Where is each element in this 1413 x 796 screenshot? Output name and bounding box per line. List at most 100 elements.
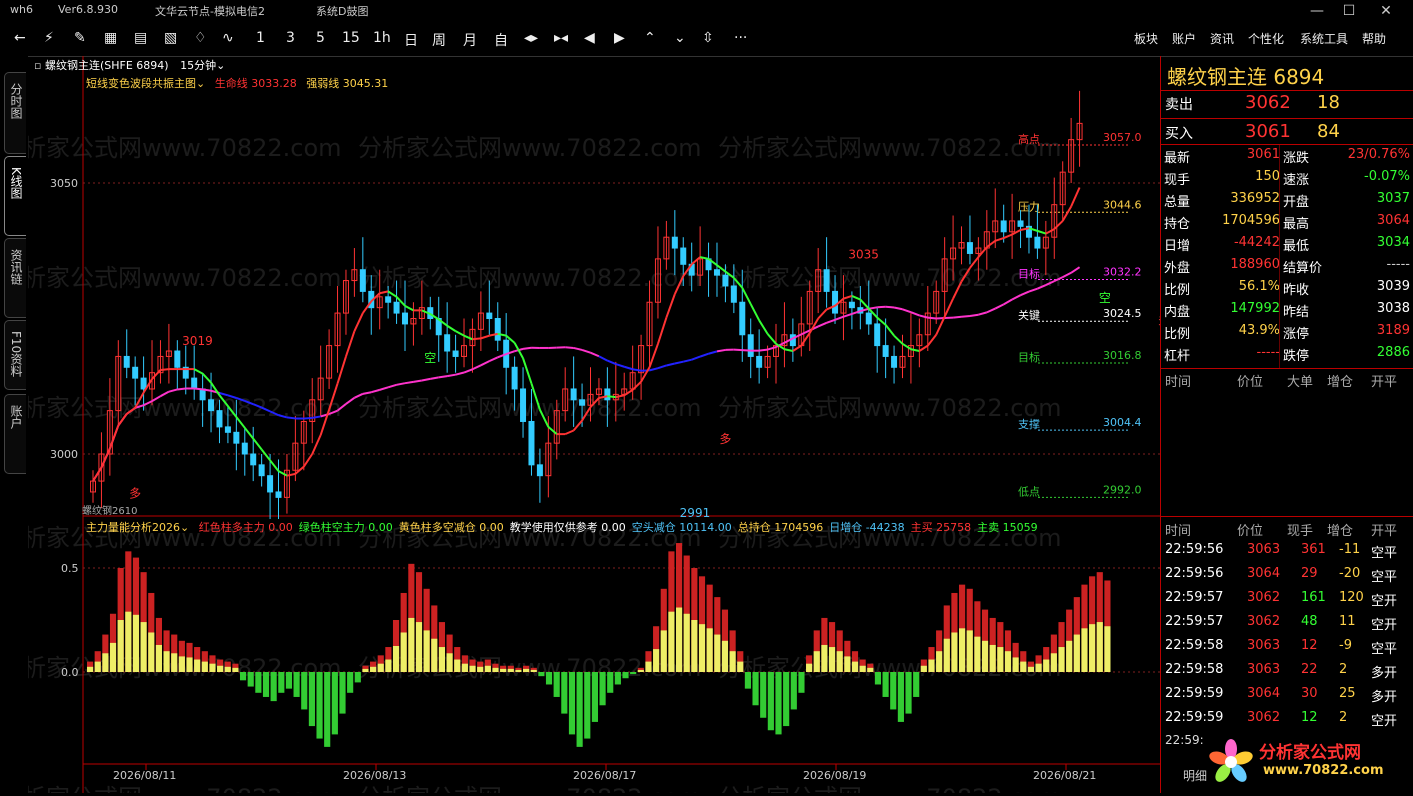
candle-body (1035, 237, 1040, 248)
maximize-icon[interactable]: ☐ (1335, 1, 1363, 21)
menu-system-tools[interactable]: 系统工具 (1300, 30, 1348, 47)
more-icon[interactable]: ··· (734, 30, 747, 46)
life-line-segment (902, 344, 910, 349)
period-5[interactable]: 5 (316, 30, 325, 46)
menu-sector[interactable]: 板块 (1134, 30, 1158, 47)
tick-row[interactable]: 22:59:593062122空开 (1161, 706, 1413, 730)
toolbar: ← ⚡ ✎ ▦ ▤ ▧ ♢ ∿ 1 3 5 15 1h 日 周 月 自 ◂▸ ▸… (0, 22, 1413, 57)
main-indicator-name[interactable]: 短线变色波段共振主图 (86, 77, 196, 90)
bell-icon[interactable]: ♢ (194, 30, 207, 46)
volume-bar-yellow (447, 653, 453, 672)
prev-icon[interactable]: ◀ (584, 30, 595, 46)
strong-line-segment (692, 357, 700, 360)
chevron-down-icon[interactable]: ⌄ (196, 77, 205, 90)
period-1h[interactable]: 1h (373, 30, 391, 46)
tick-row[interactable]: 22:59:5930643025多开 (1161, 682, 1413, 706)
tab-timeshare[interactable]: 分时图 (4, 72, 26, 154)
strong-line-segment (430, 377, 438, 378)
strong-line-segment (447, 375, 455, 376)
line-chart-icon[interactable]: ∿ (222, 30, 234, 46)
tab-f10[interactable]: F10资料 (4, 320, 26, 390)
split-icon[interactable]: ⇳ (702, 30, 714, 46)
up-icon[interactable]: ⌃ (644, 30, 656, 46)
tick-row[interactable]: 22:59:58306312-9空平 (1161, 634, 1413, 658)
menu-personalize[interactable]: 个性化 (1248, 30, 1284, 47)
volume-bar-yellow (1005, 651, 1011, 672)
tick-row[interactable]: 22:59:583063222多开 (1161, 658, 1413, 682)
volume-bar-yellow (370, 667, 376, 672)
strong-line-segment (388, 385, 396, 388)
volume-bar-yellow (148, 632, 154, 672)
volume-bar (898, 672, 904, 722)
next-icon[interactable]: ▶ (614, 30, 625, 46)
zoom-out-icon[interactable]: ◂▸ (524, 30, 538, 46)
strong-line-segment (709, 351, 717, 353)
level-name: 关键 (1018, 308, 1040, 322)
life-line-segment (312, 435, 320, 454)
volume-bar-yellow (378, 664, 384, 672)
tick-row[interactable]: 22:59:573062161120空开 (1161, 586, 1413, 610)
contract-name: 螺纹钢主连(SHFE 6894) (45, 59, 169, 72)
grid-icon[interactable]: ▦ (104, 30, 117, 46)
period-15[interactable]: 15 (342, 30, 360, 46)
candle-body (537, 465, 542, 476)
volume-bar (255, 672, 261, 693)
period-month[interactable]: 月 (463, 30, 477, 50)
ticks-header: 时间价位现手增仓开平 (1161, 518, 1413, 538)
candle-body (866, 313, 871, 324)
period-select[interactable]: 15分钟 (180, 59, 216, 72)
watermark-text: 分析家公式网www.70822.com (718, 264, 1062, 292)
tab-news-chain[interactable]: 资讯链 (4, 238, 26, 318)
down-icon[interactable]: ⌄ (674, 30, 686, 46)
zoom-in-icon[interactable]: ▸◂ (554, 30, 568, 46)
sub-indicator-name[interactable]: 主力量能分析2026 (86, 521, 180, 534)
tick-row[interactable]: 22:59:563063361-11空平 (1161, 538, 1413, 562)
sell-price[interactable]: 3062 (1245, 92, 1291, 113)
volume-bar-yellow (393, 646, 399, 672)
period-week[interactable]: 周 (432, 30, 446, 50)
ticks-column-header: 时间 (1165, 520, 1191, 539)
minimize-icon[interactable]: — (1303, 1, 1331, 21)
list-icon[interactable]: ▤ (134, 30, 147, 46)
period-day[interactable]: 日 (404, 30, 418, 50)
buy-qty: 84 (1317, 121, 1340, 142)
buy-price[interactable]: 3061 (1245, 121, 1291, 142)
quote-label: 涨跌 (1283, 147, 1309, 166)
menu-help[interactable]: 帮助 (1362, 30, 1386, 47)
tab-account[interactable]: 账户 (4, 394, 26, 474)
draw-tool-icon[interactable]: ✎ (74, 30, 86, 46)
flash-icon[interactable]: ⚡ (44, 30, 54, 46)
period-custom[interactable]: 自 (494, 30, 508, 50)
back-icon[interactable]: ← (14, 30, 26, 46)
menu-news[interactable]: 资讯 (1210, 30, 1234, 47)
tick-qty: 48 (1301, 614, 1318, 629)
menu-account[interactable]: 账户 (1172, 30, 1196, 47)
period-1[interactable]: 1 (256, 30, 265, 46)
chevron-down-icon[interactable]: ⌄ (180, 521, 189, 534)
volume-bar-yellow (531, 670, 537, 672)
close-icon[interactable]: ✕ (1372, 1, 1400, 21)
system-menu[interactable]: 系统D鼓图 (316, 3, 368, 19)
tick-row[interactable]: 22:59:56306429-20空平 (1161, 562, 1413, 586)
chevron-down-icon[interactable]: ⌄ (216, 59, 225, 72)
period-3[interactable]: 3 (286, 30, 295, 46)
volume-bar-yellow (95, 662, 101, 672)
life-line-segment (270, 460, 278, 471)
tick-row[interactable]: 22:59:5730624811空开 (1161, 610, 1413, 634)
strong-line-segment (1063, 273, 1071, 277)
table-icon[interactable]: ▧ (164, 30, 177, 46)
flower-logo-icon (1205, 736, 1257, 788)
candle-body (141, 378, 146, 389)
tab-detail[interactable]: 明细 (1183, 767, 1207, 784)
kline-chart-svg[interactable]: 分析家公式网www.70822.com分析家公式网www.70822.com分析… (28, 56, 1160, 793)
kline-chart-area[interactable]: 分析家公式网www.70822.com分析家公式网www.70822.com分析… (28, 56, 1160, 793)
life-line-segment (911, 349, 919, 351)
server-node[interactable]: 文华云节点-模拟电信2 (155, 3, 265, 19)
candle-body (259, 465, 264, 476)
volume-bar-yellow (125, 612, 131, 672)
tab-label: K线图 (8, 167, 23, 199)
life-line-segment (472, 338, 480, 339)
volume-bar (347, 672, 353, 693)
tab-kline[interactable]: K线图 (4, 156, 26, 236)
contract-header[interactable]: ▫ 螺纹钢主连(SHFE 6894) 15分钟⌄ (34, 57, 225, 73)
